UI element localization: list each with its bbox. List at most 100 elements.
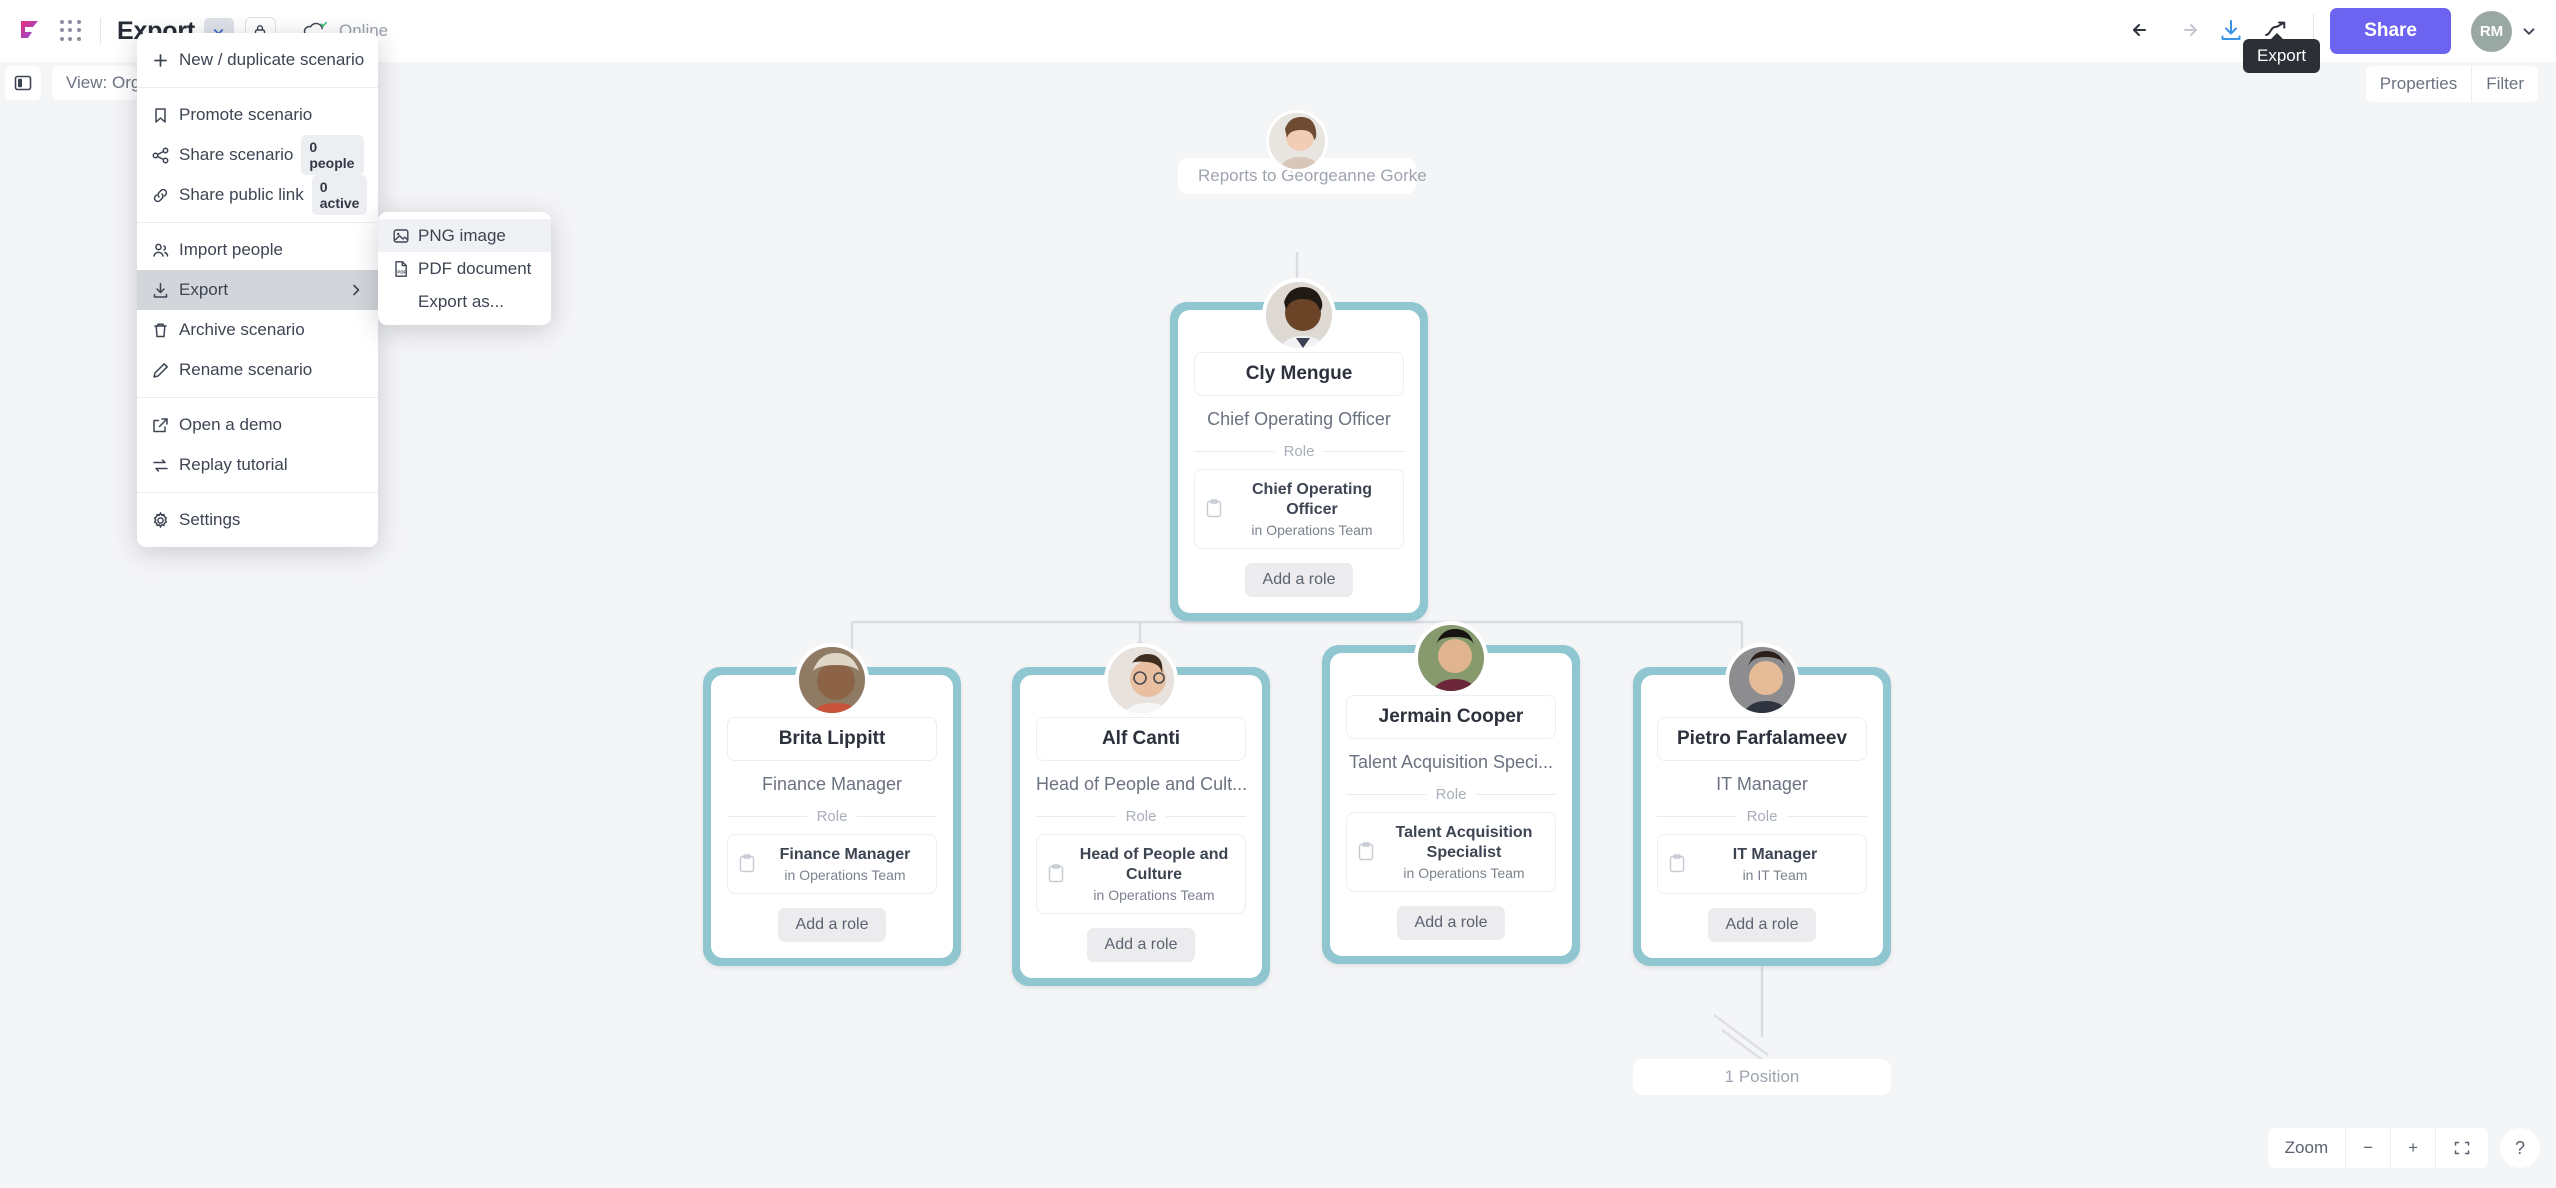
submenu-item-png-image[interactable]: PNG image [378, 219, 551, 252]
add-role-button[interactable]: Add a role [1086, 928, 1196, 962]
share-button[interactable]: Share [2330, 8, 2451, 54]
submenu-item-label: PDF document [418, 258, 532, 278]
person-title: IT Manager [1716, 774, 1808, 794]
menu-item-export[interactable]: Export [137, 270, 378, 310]
role-item[interactable]: Head of People and Culture in Operations… [1036, 834, 1246, 914]
undo-icon[interactable] [2121, 9, 2165, 53]
external-link-icon [151, 416, 179, 435]
zoom-in-button[interactable]: + [2390, 1128, 2435, 1168]
user-menu[interactable]: RM [2471, 10, 2538, 52]
view-selector[interactable]: View: Org c [52, 66, 137, 100]
divider [137, 222, 378, 223]
divider [137, 397, 378, 398]
fit-screen-icon[interactable] [2435, 1128, 2488, 1168]
person-title: Chief Operating Officer [1207, 409, 1391, 429]
person-name: Brita Lippitt [727, 717, 937, 761]
role-section-label: Role [727, 808, 937, 825]
reports-to-node[interactable]: Reports to Georgeanne Gorke [1178, 110, 1427, 194]
role-name: Chief Operating Officer [1251, 481, 1372, 518]
zoom-label: Zoom [2284, 1138, 2329, 1157]
org-card-child[interactable]: Alf Canti Head of People and Cult... Rol… [1012, 643, 1270, 986]
export-submenu[interactable]: PNG image PDF PDF document Export as... [378, 212, 551, 325]
menu-item-settings[interactable]: Settings [137, 500, 378, 540]
bookmark-icon [151, 106, 179, 125]
menu-item-promote-scenario[interactable]: Promote scenario [137, 95, 378, 135]
gear-icon [151, 511, 179, 530]
zoom-controls[interactable]: Zoom − + [2267, 1128, 2488, 1168]
side-panel-toggle-icon[interactable] [5, 66, 41, 100]
role-item[interactable]: IT Manager in IT Team [1657, 834, 1867, 894]
export-tooltip: Export [2243, 33, 2321, 73]
clipboard-icon [739, 854, 755, 873]
role-team: in IT Team [1742, 867, 1808, 883]
role-item[interactable]: Finance Manager in Operations Team [727, 834, 937, 894]
top-toolbar: Export Online Share RM [0, 0, 2556, 62]
menu-item-label: Share public link [179, 185, 304, 204]
role-name: Finance Manager [779, 846, 911, 863]
menu-item-open-a-demo[interactable]: Open a demo [137, 405, 378, 445]
avatar [795, 643, 869, 717]
properties-button[interactable]: Properties [2366, 66, 2471, 102]
role-item[interactable]: Talent Acquisition Specialist in Operati… [1346, 812, 1556, 892]
person-name: Alf Canti [1036, 717, 1246, 761]
person-title: Talent Acquisition Speci... [1348, 752, 1554, 772]
app-logo-icon[interactable] [14, 16, 44, 46]
clipboard-icon [1358, 842, 1374, 861]
org-card-child[interactable]: Jermain Cooper Talent Acquisition Speci.… [1322, 621, 1580, 964]
add-role-button[interactable]: Add a role [777, 908, 887, 942]
position-stack-node[interactable]: 1 Position [1633, 1059, 1891, 1095]
view-options-group: Properties Filter [2365, 66, 2538, 102]
submenu-item-label: Export as... [418, 291, 504, 311]
trash-icon [151, 321, 179, 340]
add-role-button[interactable]: Add a role [1396, 906, 1506, 940]
org-card-root[interactable]: Cly Mengue Chief Operating Officer Role … [1170, 278, 1428, 621]
filter-button[interactable]: Filter [2471, 66, 2538, 102]
menu-item-label: Open a demo [179, 415, 283, 434]
share-public-link-badge: 0 active [311, 175, 368, 215]
clipboard-icon [1669, 854, 1685, 873]
position-count-label: 1 Position [1633, 1059, 1891, 1095]
share-nodes-icon [151, 146, 179, 165]
secondary-toolbar: View: Org c Properties Filter [0, 62, 2556, 106]
role-team: in Operations Team [784, 867, 906, 883]
add-role-button[interactable]: Add a role [1244, 563, 1354, 597]
submenu-item-export-as[interactable]: Export as... [378, 285, 551, 318]
avatar [1262, 278, 1336, 352]
role-item[interactable]: Chief Operating Officer in Operations Te… [1194, 469, 1404, 549]
menu-item-share-public-link[interactable]: Share public link 0 active [137, 175, 378, 215]
menu-item-import-people[interactable]: Import people [137, 230, 378, 270]
divider [137, 87, 378, 88]
org-card-child[interactable]: Brita Lippitt Finance Manager Role Finan… [703, 643, 961, 966]
help-button[interactable]: ? [2500, 1128, 2540, 1168]
menu-item-replay-tutorial[interactable]: Replay tutorial [137, 445, 378, 485]
person-name: Cly Mengue [1194, 352, 1404, 396]
menu-item-archive-scenario[interactable]: Archive scenario [137, 310, 378, 350]
scenario-menu[interactable]: New / duplicate scenario Promote scenari… [137, 33, 378, 547]
person-title: Head of People and Cult... [1036, 774, 1246, 794]
menu-item-label: Archive scenario [179, 320, 305, 339]
chevron-down-icon [2523, 28, 2535, 35]
submenu-item-pdf-document[interactable]: PDF PDF document [378, 252, 551, 285]
person-name: Jermain Cooper [1346, 695, 1556, 739]
apps-grid-icon[interactable] [58, 18, 84, 44]
menu-item-label: Share scenario [179, 145, 294, 164]
menu-item-label: Export [179, 280, 229, 299]
menu-item-label: Import people [179, 240, 283, 259]
chevron-right-icon [348, 282, 364, 298]
menu-item-new-duplicate-scenario[interactable]: New / duplicate scenario [137, 40, 378, 80]
divider [100, 18, 101, 44]
role-name: Talent Acquisition Specialist [1395, 824, 1533, 861]
person-name: Pietro Farfalameev [1657, 717, 1867, 761]
org-card-child[interactable]: Pietro Farfalameev IT Manager Role IT Ma… [1633, 643, 1891, 966]
menu-item-rename-scenario[interactable]: Rename scenario [137, 350, 378, 390]
menu-item-share-scenario[interactable]: Share scenario 0 people [137, 135, 378, 175]
avatar: RM [2471, 10, 2512, 52]
redo-icon[interactable] [2165, 9, 2209, 53]
share-scenario-badge: 0 people [301, 135, 364, 175]
person-title: Finance Manager [761, 774, 903, 794]
pencil-icon [151, 361, 179, 380]
divider [137, 492, 378, 493]
zoom-out-button[interactable]: − [2345, 1128, 2390, 1168]
svg-text:PDF: PDF [397, 269, 406, 274]
add-role-button[interactable]: Add a role [1707, 908, 1817, 942]
